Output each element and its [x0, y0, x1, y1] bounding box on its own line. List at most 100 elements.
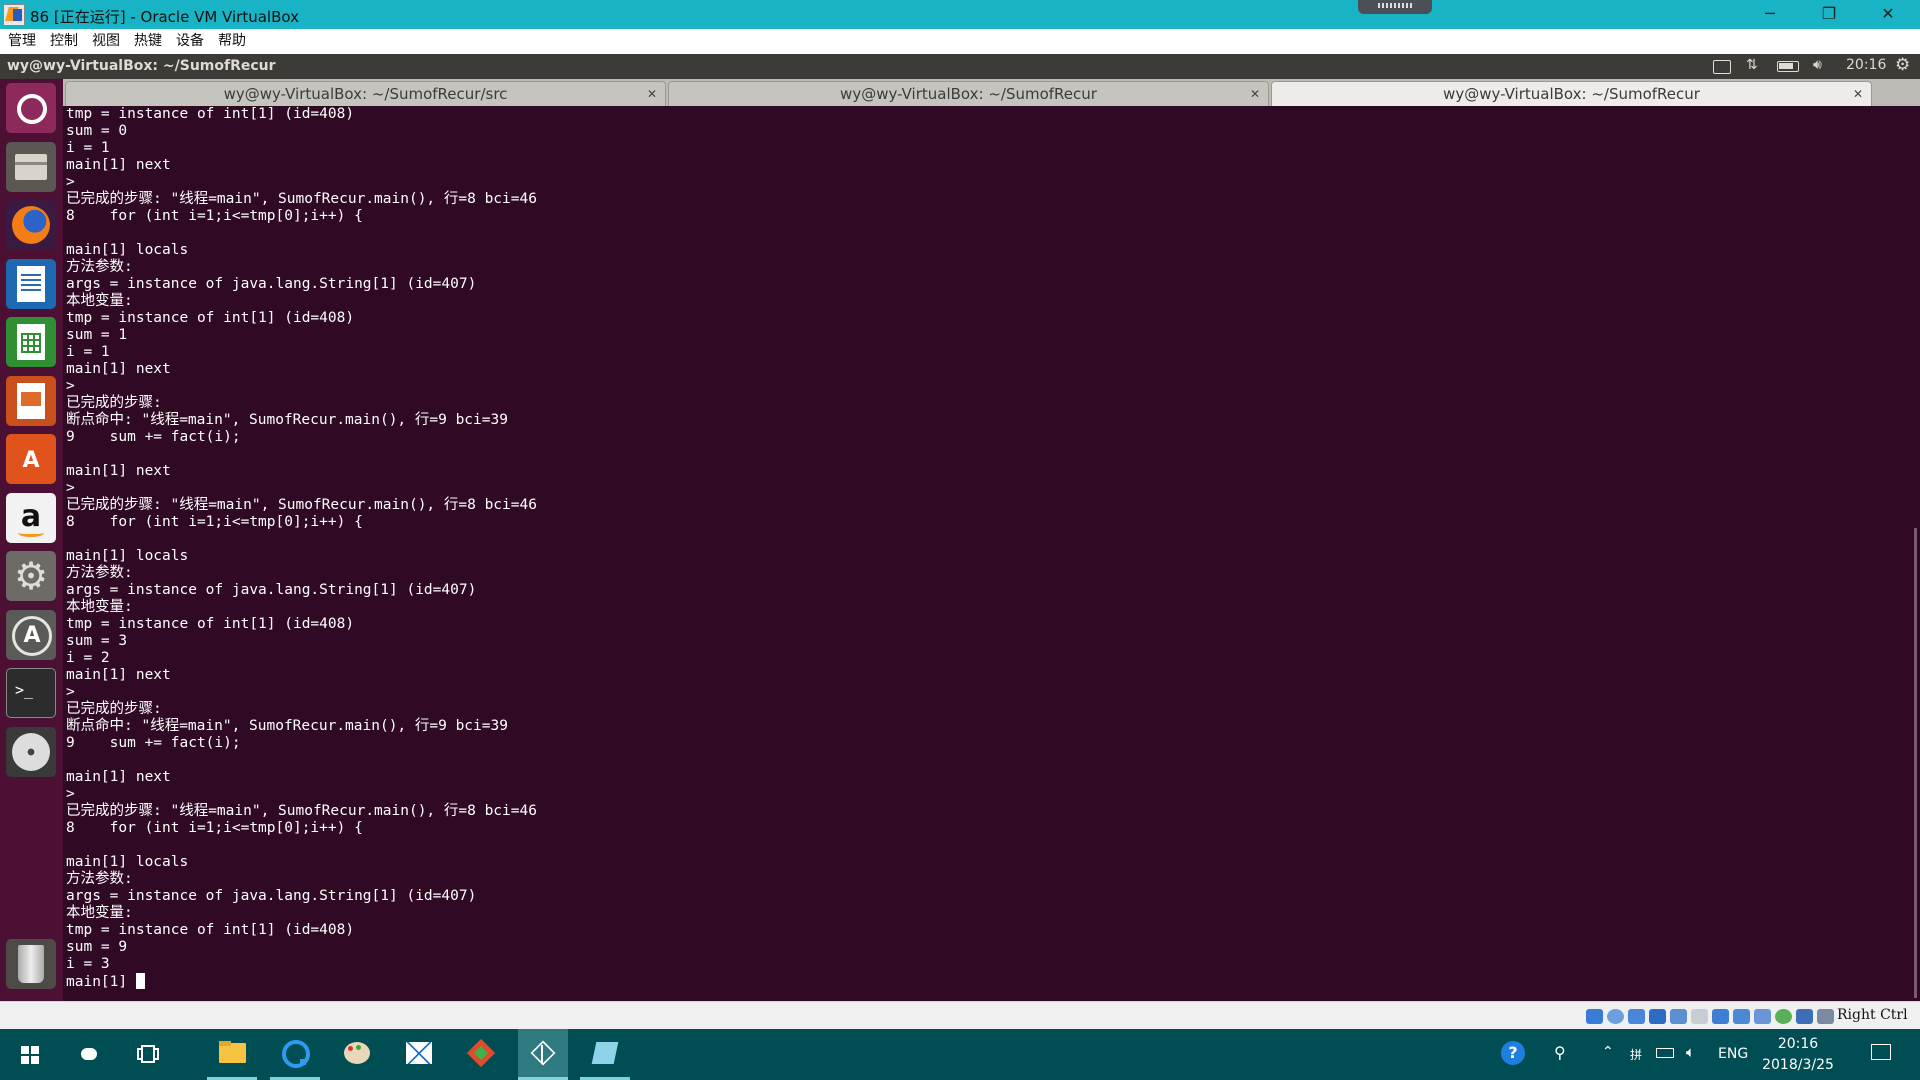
- minimize-button[interactable]: ─: [1742, 0, 1798, 29]
- terminal-line: 已完成的步骤:: [66, 395, 162, 411]
- restore-button[interactable]: ❐: [1801, 0, 1857, 29]
- menu-view[interactable]: 视图: [85, 29, 127, 54]
- software-updater-icon[interactable]: A: [6, 610, 56, 660]
- terminal-line: 方法参数:: [66, 565, 133, 581]
- tab-close-icon[interactable]: ✕: [1250, 82, 1260, 106]
- menu-control[interactable]: 控制: [43, 29, 85, 54]
- trash-icon[interactable]: [6, 939, 56, 989]
- taskbar-clock[interactable]: 20:16 2018/3/25: [1752, 1034, 1844, 1076]
- tab-sumofrecur[interactable]: wy@wy-VirtualBox: ~/SumofRecur ✕: [668, 81, 1269, 106]
- terminal-line: main[1] locals: [66, 548, 189, 564]
- battery-icon[interactable]: [1777, 61, 1799, 72]
- git-icon[interactable]: [456, 1029, 506, 1080]
- menu-devices[interactable]: 设备: [169, 29, 211, 54]
- capture-icon[interactable]: [1754, 1009, 1771, 1024]
- terminal-line: args = instance of java.lang.String[1] (…: [66, 276, 477, 292]
- keyboard-icon[interactable]: [1817, 1009, 1834, 1024]
- files-icon[interactable]: [6, 142, 56, 192]
- network-transfer-icon[interactable]: ⇅: [1746, 57, 1758, 73]
- start-button[interactable]: [4, 1029, 54, 1080]
- cortana-search-icon[interactable]: [64, 1029, 114, 1080]
- terminal-line: 已完成的步骤: "线程=main", SumofRecur.main(), 行=…: [66, 497, 537, 513]
- terminal-line: 已完成的步骤: "线程=main", SumofRecur.main(), 行=…: [66, 803, 537, 819]
- terminal-scrollbar[interactable]: [1914, 528, 1917, 998]
- terminal-cursor: [135, 973, 145, 989]
- firefox-icon[interactable]: [6, 200, 56, 250]
- terminal-line: main[1] next: [66, 361, 171, 377]
- software-center-icon[interactable]: A: [6, 434, 56, 484]
- tab-sumofrecur-active[interactable]: wy@wy-VirtualBox: ~/SumofRecur ✕: [1271, 81, 1872, 106]
- audio-icon[interactable]: [1628, 1009, 1645, 1024]
- terminal-line: i = 1: [66, 140, 110, 156]
- optical-drive-icon[interactable]: [1607, 1009, 1624, 1024]
- input-method-icon[interactable]: 拼: [1630, 1046, 1642, 1063]
- dvd-icon[interactable]: [6, 727, 56, 777]
- cpu-icon[interactable]: [1775, 1009, 1792, 1024]
- terminal-line: 方法参数:: [66, 259, 133, 275]
- calc-icon[interactable]: [6, 317, 56, 367]
- speaker-icon[interactable]: 🔈︎: [1686, 1043, 1695, 1061]
- windows-taskbar: ? ⚲ ⌃ 拼 🔈︎ ENG 20:16 2018/3/25: [0, 1029, 1920, 1080]
- menu-help[interactable]: 帮助: [211, 29, 253, 54]
- terminal-line: tmp = instance of int[1] (id=408): [66, 310, 355, 326]
- people-icon[interactable]: ⚲: [1554, 1043, 1566, 1062]
- tab-sumofrecur-src[interactable]: wy@wy-VirtualBox: ~/SumofRecur/src ✕: [65, 81, 666, 106]
- terminal-line: 本地变量:: [66, 905, 133, 921]
- terminal-line: >: [66, 684, 75, 700]
- battery-icon[interactable]: [1656, 1048, 1674, 1058]
- terminal-line: 9 sum += fact(i);: [66, 429, 241, 445]
- video-capture-icon[interactable]: [1733, 1009, 1750, 1024]
- terminal-line: 本地变量:: [66, 293, 133, 309]
- impress-icon[interactable]: [6, 376, 56, 426]
- tab-close-icon[interactable]: ✕: [647, 82, 657, 106]
- menu-manage[interactable]: 管理: [0, 29, 43, 54]
- terminal-line: >: [66, 174, 75, 190]
- terminal-line: 断点命中: "线程=main", SumofRecur.main(), 行=9 …: [66, 412, 508, 428]
- volume-icon[interactable]: 🔊︎: [1813, 57, 1822, 73]
- shared-folders-icon[interactable]: [1691, 1009, 1708, 1024]
- session-gear-icon[interactable]: ⚙: [1895, 55, 1910, 75]
- terminal-line: 方法参数:: [66, 871, 133, 887]
- hard-disk-icon[interactable]: [1586, 1009, 1603, 1024]
- menu-hotkeys[interactable]: 热键: [127, 29, 169, 54]
- tab-close-icon[interactable]: ✕: [1853, 82, 1863, 106]
- terminal-line: main[1] locals: [66, 242, 189, 258]
- browser-icon[interactable]: [270, 1029, 320, 1080]
- ubuntu-top-panel: wy@wy-VirtualBox: ~/SumofRecur ⇅ 🔊︎ 20:1…: [0, 54, 1920, 79]
- terminal-output[interactable]: tmp = instance of int[1] (id=408) sum = …: [63, 106, 1920, 1001]
- terminal-line: 8 for (int i=1;i<=tmp[0];i++) {: [66, 208, 363, 224]
- language-indicator[interactable]: ENG: [1718, 1046, 1748, 1062]
- terminal-line: >: [66, 480, 75, 496]
- virtualbox-menu-bar: 管理 控制 视图 热键 设备 帮助: [0, 29, 1920, 54]
- terminal-prompt: main[1]: [66, 974, 136, 990]
- file-explorer-icon[interactable]: [207, 1029, 257, 1080]
- amazon-icon[interactable]: a: [6, 493, 56, 543]
- network-icon[interactable]: [1649, 1009, 1666, 1024]
- terminal-line: sum = 9: [66, 939, 128, 955]
- ubuntu-dash-icon[interactable]: [6, 83, 56, 133]
- clock-date: 2018/3/25: [1762, 1057, 1834, 1073]
- terminal-line: 断点命中: "线程=main", SumofRecur.main(), 行=9 …: [66, 718, 508, 734]
- close-button[interactable]: ✕: [1860, 0, 1916, 29]
- keyboard-indicator-icon[interactable]: [1713, 60, 1731, 74]
- mouse-integration-icon[interactable]: [1796, 1009, 1813, 1024]
- terminal-tab-bar: wy@wy-VirtualBox: ~/SumofRecur/src ✕ wy@…: [63, 79, 1920, 106]
- terminal-icon[interactable]: >_: [6, 668, 56, 718]
- action-center-icon[interactable]: [1855, 1029, 1905, 1080]
- virtualbox-app-icon: [3, 4, 25, 26]
- notepad-icon[interactable]: [580, 1029, 630, 1080]
- writer-icon[interactable]: [6, 259, 56, 309]
- mail-icon[interactable]: [394, 1029, 444, 1080]
- task-view-icon[interactable]: [124, 1029, 174, 1080]
- chevron-up-icon[interactable]: ⌃: [1602, 1044, 1614, 1060]
- terminal-line: 已完成的步骤:: [66, 701, 162, 717]
- terminal-line: args = instance of java.lang.String[1] (…: [66, 888, 477, 904]
- usb-icon[interactable]: [1670, 1009, 1687, 1024]
- virtualbox-icon[interactable]: [518, 1029, 568, 1080]
- display-icon[interactable]: [1712, 1009, 1729, 1024]
- help-icon[interactable]: ?: [1488, 1029, 1538, 1080]
- mini-toolbar-handle[interactable]: [1358, 0, 1432, 14]
- paint-icon[interactable]: [332, 1029, 382, 1080]
- system-settings-icon[interactable]: ⚙: [6, 551, 56, 601]
- panel-clock[interactable]: 20:16: [1846, 57, 1886, 73]
